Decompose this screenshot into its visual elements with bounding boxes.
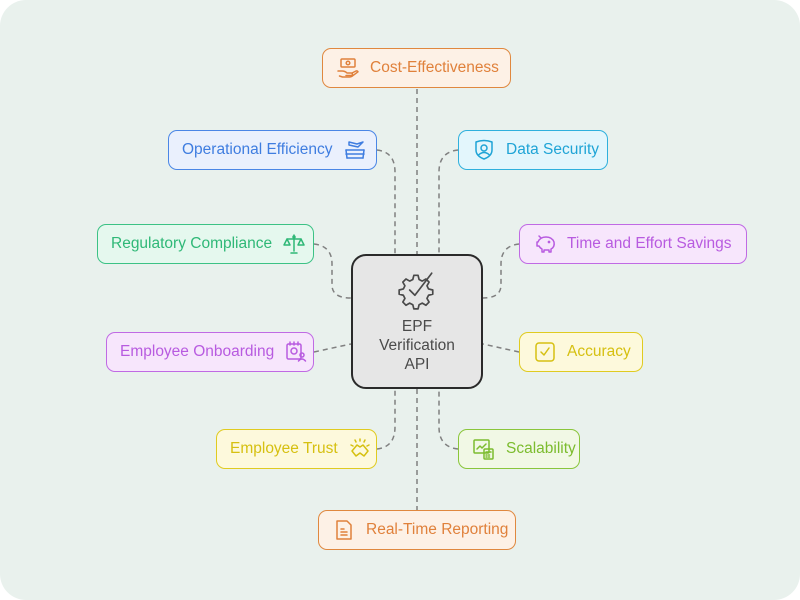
scales-icon <box>283 234 305 254</box>
connector-accuracy <box>482 343 520 353</box>
center-title-line-3: API <box>404 356 430 373</box>
connector-time-and-effort-savings <box>482 243 520 299</box>
node-label: Regulatory Compliance <box>111 235 273 252</box>
connector-operational-efficiency <box>376 149 396 254</box>
center-node-epf-verification-api[interactable]: EPF Verification API <box>351 254 483 389</box>
node-label: Cost-Effectiveness <box>370 59 499 76</box>
connector-employee-trust <box>376 389 396 450</box>
chart-calculator-icon <box>473 439 494 460</box>
connector-data-security <box>438 149 459 254</box>
node-label: Data Security <box>506 141 600 158</box>
node-data-security[interactable]: Data Security <box>458 130 608 170</box>
connector-scalability <box>438 389 459 450</box>
center-title-line-2: Verification <box>379 337 455 354</box>
money-hand-icon <box>337 58 359 78</box>
node-regulatory-compliance[interactable]: Regulatory Compliance <box>97 224 314 264</box>
connector-employee-onboarding <box>313 343 352 353</box>
connector-regulatory-compliance <box>313 243 352 299</box>
node-time-and-effort-savings[interactable]: Time and Effort Savings <box>519 224 747 264</box>
calendar-user-icon <box>286 341 307 362</box>
node-label: Real-Time Reporting <box>366 521 509 538</box>
node-employee-trust[interactable]: Employee Trust <box>216 429 377 469</box>
node-scalability[interactable]: Scalability <box>458 429 580 469</box>
node-label: Scalability <box>506 440 576 457</box>
node-label: Time and Effort Savings <box>567 235 732 252</box>
node-accuracy[interactable]: Accuracy <box>519 332 643 372</box>
document-icon <box>336 520 352 540</box>
piggy-bank-icon <box>536 235 555 253</box>
node-label: Operational Efficiency <box>182 141 333 158</box>
shield-user-icon <box>475 139 493 160</box>
node-label: Employee Trust <box>230 440 338 457</box>
center-title-line-1: EPF <box>401 318 433 335</box>
checkbox-icon <box>535 342 555 362</box>
node-operational-efficiency[interactable]: Operational Efficiency <box>168 130 377 170</box>
node-real-time-reporting[interactable]: Real-Time Reporting <box>318 510 516 550</box>
node-employee-onboarding[interactable]: Employee Onboarding <box>106 332 314 372</box>
node-label: Accuracy <box>567 343 631 360</box>
conveyor-icon <box>344 141 365 159</box>
handshake-icon <box>349 438 370 457</box>
gear-check-icon <box>398 272 434 310</box>
node-label: Employee Onboarding <box>120 343 275 360</box>
node-cost-effectiveness[interactable]: Cost-Effectiveness <box>322 48 511 88</box>
